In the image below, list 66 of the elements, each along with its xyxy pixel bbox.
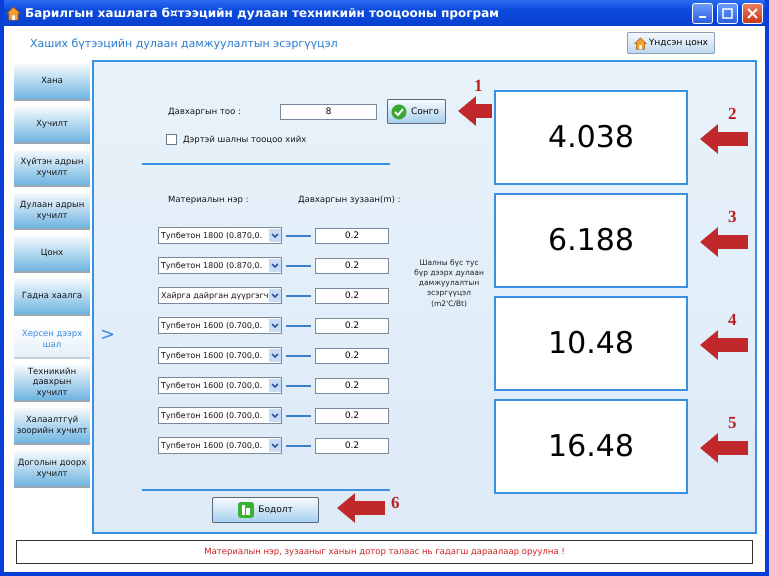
thickness-field[interactable]: 0.2 <box>315 288 389 304</box>
material-dropdown[interactable]: Тупбетон 1800 (0.870,0. <box>158 227 282 244</box>
material-dropdown[interactable]: Тупбетон 1600 (0.700,0. <box>158 317 282 334</box>
arrow-icon <box>458 96 492 126</box>
callout-number: 4 <box>728 310 736 330</box>
chevron-down-icon <box>269 349 281 362</box>
arrow-icon <box>700 330 748 360</box>
sidebar-item[interactable]: Халаалтгүй зоорийн хучилт <box>14 408 90 445</box>
chevron-down-icon <box>269 379 281 392</box>
sidebar-item[interactable]: Гадна хаалга <box>14 279 90 316</box>
chevron-down-icon <box>269 259 281 272</box>
chevron-down-icon <box>269 229 281 242</box>
material-dropdown[interactable]: Хайрга дайрган дүүргэгч <box>158 287 282 304</box>
minimize-icon <box>699 16 706 18</box>
callout-number: 5 <box>728 413 736 433</box>
material-dropdown[interactable]: Тупбетон 1600 (0.700,0. <box>158 377 282 394</box>
arrow-icon <box>337 493 385 523</box>
chevron-down-icon <box>269 289 281 302</box>
check-icon <box>391 104 407 120</box>
sidebar-item[interactable]: Дулаан адрын хучилт <box>14 193 90 230</box>
thickness-field[interactable]: 0.2 <box>315 318 389 334</box>
count-field[interactable]: 8 <box>280 104 377 120</box>
home-icon <box>634 36 647 50</box>
chevron-down-icon <box>269 439 281 452</box>
checkbox[interactable] <box>166 134 177 145</box>
arrow-icon <box>700 433 748 463</box>
column-header: Материалын нэр : <box>168 195 250 205</box>
close-button[interactable] <box>742 2 763 24</box>
callout-number: 2 <box>728 104 736 124</box>
maximize-button[interactable] <box>717 2 738 24</box>
chevron-down-icon <box>269 319 281 332</box>
column-header: Давхаргын зузаан(m) : <box>298 195 400 205</box>
thickness-field[interactable]: 0.2 <box>315 408 389 424</box>
status-message: Материалын нэр, зузааныг ханын дотор талаас нь гадагш дараалаар оруулна ! <box>204 547 565 557</box>
sidebar-item[interactable]: Хүйтэн адрын хучилт <box>14 150 90 187</box>
home-button[interactable]: Үндсэн цонх <box>626 32 715 54</box>
thickness-field[interactable]: 0.2 <box>315 378 389 394</box>
sidebar-item[interactable]: Цонх <box>14 236 90 273</box>
callout-number: 3 <box>728 207 736 227</box>
callout-number: 1 <box>474 76 482 96</box>
arrow-icon <box>700 227 748 257</box>
count-label: Давхаргын тоо : <box>168 106 242 116</box>
window-title: Барилгын хашлага б¤тээцийн дулаан техникийн тооцооны програм <box>25 6 500 20</box>
material-dropdown[interactable]: Тупбетон 1600 (0.700,0. <box>158 407 282 424</box>
callout-number: 6 <box>391 493 400 513</box>
material-dropdown[interactable]: Тупбетон 1600 (0.700,0. <box>158 347 282 364</box>
sidebar-item[interactable]: Хучилт <box>14 107 90 144</box>
thickness-field[interactable]: 0.2 <box>315 228 389 244</box>
maximize-icon <box>722 8 733 18</box>
material-dropdown[interactable]: Тупбетон 1800 (0.870,0. <box>158 257 282 274</box>
chevron-down-icon <box>269 409 281 422</box>
close-icon <box>747 8 758 18</box>
calculator-icon <box>238 502 254 518</box>
pointer-mark: > <box>100 324 116 345</box>
home-icon <box>6 6 21 20</box>
thickness-field[interactable]: 0.2 <box>315 438 389 454</box>
minimize-button[interactable] <box>692 2 713 24</box>
sidebar-item[interactable]: Доголын доорх хучилт <box>14 451 90 488</box>
thickness-field[interactable]: 0.2 <box>315 258 389 274</box>
arrow-icon <box>700 124 748 154</box>
checkbox-label: Дэртэй шалны тооцоо хийх <box>183 134 306 144</box>
thickness-field[interactable]: 0.2 <box>315 348 389 364</box>
sidebar-item[interactable]: Техникийн давхрын хучилт <box>14 365 90 402</box>
page-subtitle: Хаших бүтээцийн дулаан дамжуулалтын эсэргүүцэл <box>30 36 338 50</box>
sidebar-item[interactable]: Хана <box>14 64 90 101</box>
material-dropdown[interactable]: Тупбетон 1600 (0.700,0. <box>158 437 282 454</box>
